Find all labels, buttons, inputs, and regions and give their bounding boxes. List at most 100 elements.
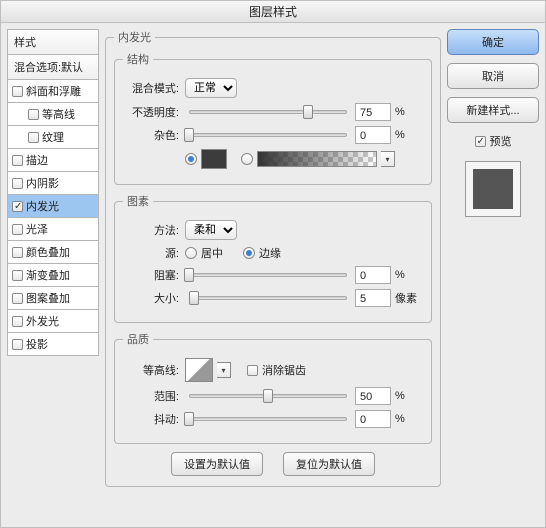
style-sidebar: 样式 混合选项:默认 斜面和浮雕等高线纹理描边内阴影内发光光泽颜色叠加渐变叠加图… — [7, 29, 99, 495]
sidebar-item[interactable]: 外发光 — [7, 310, 99, 333]
sidebar-item-label: 内发光 — [26, 198, 59, 214]
gradient-dropdown-icon[interactable] — [381, 151, 395, 167]
slider-jitter[interactable] — [189, 411, 347, 427]
preview-swatch — [473, 169, 513, 209]
contour-picker[interactable] — [185, 358, 213, 382]
main-panel: 内发光 结构 混合模式: 正常 不透明度: 75 % — [105, 29, 441, 495]
checkbox-style[interactable] — [12, 270, 23, 281]
sidebar-item-label: 外发光 — [26, 313, 59, 329]
group-structure: 结构 混合模式: 正常 不透明度: 75 % 杂色: — [114, 51, 432, 185]
label-contour: 等高线: — [123, 362, 181, 378]
checkbox-style[interactable] — [12, 293, 23, 304]
input-opacity[interactable]: 75 — [355, 103, 391, 121]
sidebar-item-label: 描边 — [26, 152, 48, 168]
checkbox-style[interactable] — [12, 86, 23, 97]
sidebar-head-blend[interactable]: 混合选项:默认 — [7, 54, 99, 80]
unit-noise: % — [395, 129, 423, 141]
legend-quality: 品质 — [123, 331, 153, 347]
checkbox-style[interactable] — [12, 201, 23, 212]
label-preview: 预览 — [490, 133, 512, 149]
checkbox-style[interactable] — [12, 316, 23, 327]
input-size[interactable]: 5 — [355, 289, 391, 307]
sidebar-item[interactable]: 内阴影 — [7, 172, 99, 195]
sidebar-item-label: 斜面和浮雕 — [26, 83, 81, 99]
label-source-center: 居中 — [201, 245, 223, 261]
sidebar-head-styles[interactable]: 样式 — [7, 29, 99, 55]
radio-source-edge[interactable] — [243, 247, 255, 259]
cancel-button[interactable]: 取消 — [447, 63, 539, 89]
label-size: 大小: — [123, 290, 181, 306]
panel-title: 内发光 — [114, 29, 155, 45]
label-range: 范围: — [123, 388, 181, 404]
label-technique: 方法: — [123, 222, 181, 238]
preview-box — [465, 161, 521, 217]
slider-noise[interactable] — [189, 127, 347, 143]
unit-jitter: % — [395, 413, 423, 425]
label-noise: 杂色: — [123, 127, 181, 143]
reset-default-button[interactable]: 复位为默认值 — [283, 452, 375, 476]
slider-choke[interactable] — [189, 267, 347, 283]
legend-elements: 图素 — [123, 193, 153, 209]
sidebar-item-label: 纹理 — [42, 129, 64, 145]
sidebar-item[interactable]: 等高线 — [7, 103, 99, 126]
swatch-glow-color[interactable] — [201, 149, 227, 169]
unit-choke: % — [395, 269, 423, 281]
radio-source-center[interactable] — [185, 247, 197, 259]
label-choke: 阻塞: — [123, 267, 181, 283]
contour-dropdown-icon[interactable] — [217, 362, 231, 378]
checkbox-style[interactable] — [12, 247, 23, 258]
unit-size: 像素 — [395, 290, 423, 306]
sidebar-item[interactable]: 渐变叠加 — [7, 264, 99, 287]
label-opacity: 不透明度: — [123, 104, 181, 120]
sidebar-item[interactable]: 投影 — [7, 333, 99, 356]
slider-size[interactable] — [189, 290, 347, 306]
group-elements: 图素 方法: 柔和 源: 居中 边缘 — [114, 193, 432, 323]
checkbox-style[interactable] — [12, 178, 23, 189]
input-noise[interactable]: 0 — [355, 126, 391, 144]
sidebar-item[interactable]: 描边 — [7, 149, 99, 172]
sidebar-item-label: 投影 — [26, 336, 48, 352]
dialog-title: 图层样式 — [1, 1, 545, 23]
checkbox-style[interactable] — [28, 132, 39, 143]
radio-glow-gradient[interactable] — [241, 153, 253, 165]
checkbox-antialias[interactable] — [247, 365, 258, 376]
checkbox-style[interactable] — [28, 109, 39, 120]
set-default-button[interactable]: 设置为默认值 — [171, 452, 263, 476]
label-jitter: 抖动: — [123, 411, 181, 427]
sidebar-item[interactable]: 纹理 — [7, 126, 99, 149]
input-range[interactable]: 50 — [355, 387, 391, 405]
sidebar-item-label: 内阴影 — [26, 175, 59, 191]
label-source: 源: — [123, 245, 181, 261]
checkbox-preview[interactable] — [475, 136, 486, 147]
sidebar-item-label: 图案叠加 — [26, 290, 70, 306]
unit-opacity: % — [395, 106, 423, 118]
sidebar-item[interactable]: 斜面和浮雕 — [7, 80, 99, 103]
sidebar-item[interactable]: 光泽 — [7, 218, 99, 241]
label-antialias: 消除锯齿 — [262, 362, 306, 378]
ok-button[interactable]: 确定 — [447, 29, 539, 55]
new-style-button[interactable]: 新建样式... — [447, 97, 539, 123]
sidebar-item-label: 渐变叠加 — [26, 267, 70, 283]
input-jitter[interactable]: 0 — [355, 410, 391, 428]
slider-range[interactable] — [189, 388, 347, 404]
select-blend-mode[interactable]: 正常 — [185, 78, 237, 98]
panel-outer: 内发光 结构 混合模式: 正常 不透明度: 75 % — [105, 29, 441, 487]
checkbox-style[interactable] — [12, 224, 23, 235]
input-choke[interactable]: 0 — [355, 266, 391, 284]
slider-opacity[interactable] — [189, 104, 347, 120]
legend-structure: 结构 — [123, 51, 153, 67]
radio-glow-color[interactable] — [185, 153, 197, 165]
checkbox-style[interactable] — [12, 339, 23, 350]
sidebar-item[interactable]: 内发光 — [7, 195, 99, 218]
group-quality: 品质 等高线: 消除锯齿 范围: 50 % — [114, 331, 432, 444]
select-technique[interactable]: 柔和 — [185, 220, 237, 240]
checkbox-style[interactable] — [12, 155, 23, 166]
sidebar-item-label: 光泽 — [26, 221, 48, 237]
sidebar-item[interactable]: 颜色叠加 — [7, 241, 99, 264]
sidebar-item[interactable]: 图案叠加 — [7, 287, 99, 310]
label-source-edge: 边缘 — [259, 245, 281, 261]
sidebar-item-label: 颜色叠加 — [26, 244, 70, 260]
gradient-preview[interactable] — [257, 151, 377, 167]
sidebar-list: 斜面和浮雕等高线纹理描边内阴影内发光光泽颜色叠加渐变叠加图案叠加外发光投影 — [7, 79, 99, 356]
label-blend-mode: 混合模式: — [123, 80, 181, 96]
